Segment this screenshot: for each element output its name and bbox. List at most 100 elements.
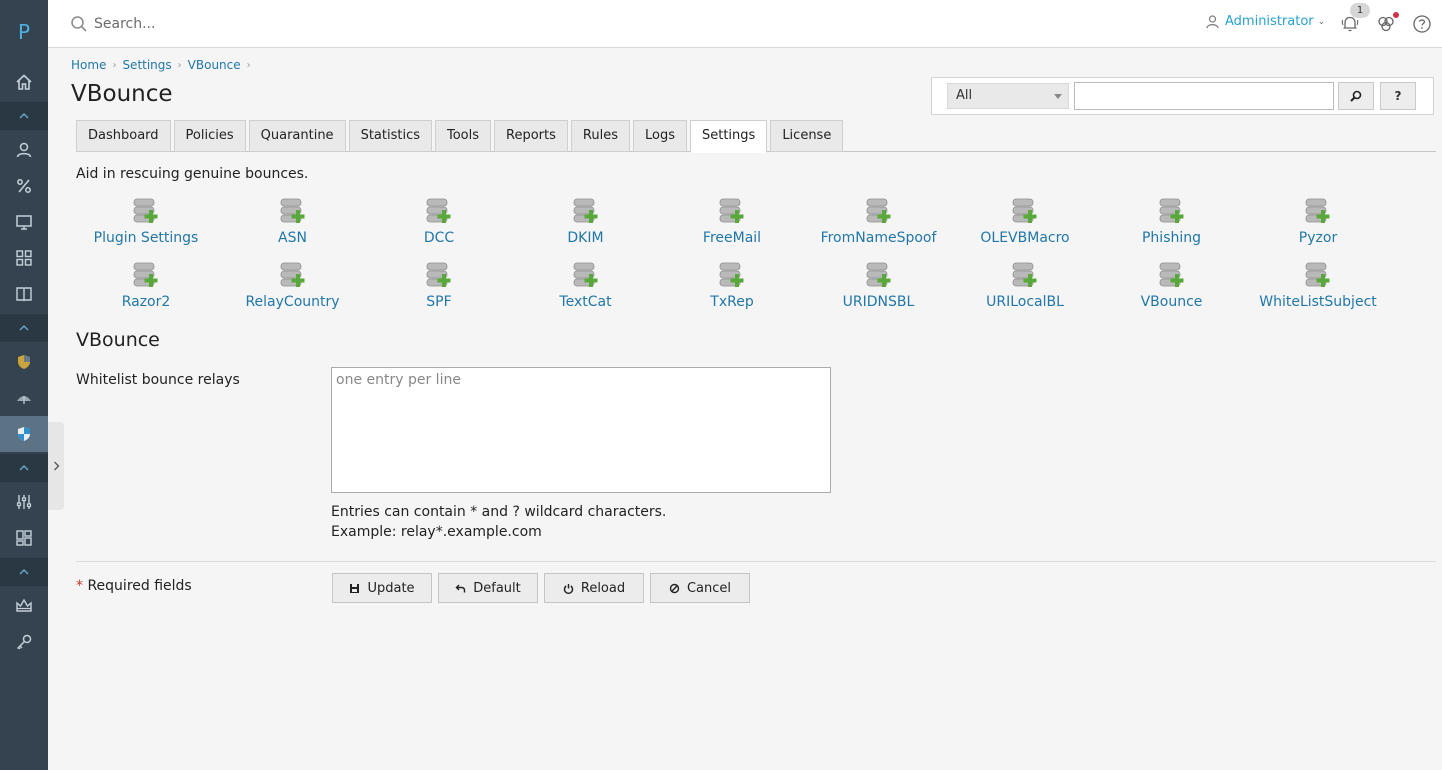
- quick-search-panel: All ?: [931, 77, 1434, 115]
- plugin-add-icon: [719, 198, 744, 223]
- user-icon[interactable]: [0, 132, 48, 168]
- hint-line-1: Entries can contain * and ? wildcard cha…: [331, 504, 667, 520]
- key-icon[interactable]: [0, 624, 48, 660]
- monitor-icon[interactable]: [0, 204, 48, 240]
- plugin-add-icon: [280, 198, 304, 223]
- tab-dashboard[interactable]: Dashboard: [76, 120, 171, 152]
- plugin-add-icon: [866, 198, 890, 223]
- search-help-button[interactable]: ?: [1380, 82, 1416, 110]
- default-button[interactable]: Default: [438, 573, 538, 603]
- plugin-link-phishing[interactable]: Phishing: [1102, 197, 1242, 246]
- default-button-label: Default: [473, 580, 521, 596]
- plugin-link-whitelistsubject[interactable]: WhiteListSubject: [1248, 261, 1388, 310]
- field-hint: Entries can contain * and ? wildcard cha…: [331, 502, 666, 542]
- page-title: VBounce: [71, 81, 173, 107]
- collapse-group-1-icon[interactable]: [0, 102, 48, 130]
- power-icon: [563, 583, 574, 594]
- plugin-add-icon: [426, 262, 451, 287]
- plugin-label: Phishing: [1141, 230, 1202, 246]
- plugin-link-uridnsbl[interactable]: URIDNSBL: [809, 261, 949, 310]
- plugin-link-pyzor[interactable]: Pyzor: [1248, 197, 1388, 246]
- quick-search-input[interactable]: [1074, 82, 1334, 110]
- plugin-link-txrep[interactable]: TxRep: [662, 261, 802, 310]
- plugin-link-dkim[interactable]: DKIM: [516, 197, 656, 246]
- plugin-link-dcc[interactable]: DCC: [369, 197, 509, 246]
- section-title: VBounce: [76, 329, 160, 351]
- chevron-right-icon: ›: [246, 59, 251, 71]
- collapse-group-3-icon[interactable]: [0, 454, 48, 482]
- form-actions: Update Default Reload Cancel: [332, 573, 756, 603]
- tab-quarantine[interactable]: Quarantine: [248, 120, 346, 152]
- update-button[interactable]: Update: [332, 573, 432, 603]
- breadcrumb-home[interactable]: Home: [71, 58, 106, 72]
- search-icon: [71, 16, 87, 32]
- app-logo[interactable]: P: [0, 0, 48, 64]
- user-name: Administrator: [1225, 14, 1314, 29]
- breadcrumb-settings[interactable]: Settings: [122, 58, 171, 72]
- search-button[interactable]: [1338, 82, 1374, 110]
- plugin-label: FreeMail: [702, 230, 762, 246]
- global-search-input[interactable]: [94, 12, 494, 36]
- home-icon[interactable]: [0, 64, 48, 100]
- plugin-add-icon: [573, 262, 597, 287]
- whitelist-bounce-relays-textarea[interactable]: [331, 367, 831, 493]
- tab-logs[interactable]: Logs: [632, 120, 687, 152]
- tab-rules[interactable]: Rules: [570, 120, 630, 152]
- save-icon: [350, 583, 360, 593]
- plugin-link-olevbmacro[interactable]: OLEVBMacro: [955, 197, 1095, 246]
- cancel-button-label: Cancel: [686, 580, 732, 596]
- plugin-label: SPF: [426, 294, 452, 310]
- plugin-add-icon: [866, 262, 890, 287]
- plugin-label: DKIM: [567, 230, 604, 246]
- plugin-add-icon: [1159, 198, 1183, 223]
- plugin-link-freemail[interactable]: FreeMail: [662, 197, 802, 246]
- user-menu[interactable]: Administrator ⌄: [1206, 14, 1325, 29]
- tab-settings[interactable]: Settings: [689, 120, 768, 153]
- shield-icon[interactable]: [0, 344, 48, 380]
- apps-icon[interactable]: [0, 240, 48, 276]
- required-fields-text: Required fields: [87, 578, 192, 594]
- plugin-label: ASN: [278, 230, 307, 246]
- tab-license[interactable]: License: [770, 120, 844, 152]
- plugin-link-relaycountry[interactable]: RelayCountry: [223, 261, 363, 310]
- plugin-link-textcat[interactable]: TextCat: [516, 261, 656, 310]
- plugin-label: Razor2: [121, 294, 171, 310]
- plugin-link-urilocalbl[interactable]: URILocalBL: [955, 261, 1095, 310]
- plugin-label: OLEVBMacro: [980, 230, 1070, 246]
- plugin-add-icon: [1012, 262, 1037, 287]
- plugin-link-plugin-settings[interactable]: Plugin Settings: [76, 197, 216, 246]
- search-scope-select[interactable]: All: [947, 83, 1069, 109]
- collapse-group-2-icon[interactable]: [0, 314, 48, 342]
- tab-reports[interactable]: Reports: [494, 120, 568, 152]
- book-icon[interactable]: [0, 276, 48, 312]
- tab-tools[interactable]: Tools: [435, 120, 492, 152]
- collapse-group-4-icon[interactable]: [0, 558, 48, 586]
- tab-statistics[interactable]: Statistics: [348, 120, 432, 152]
- plugin-add-icon: [1305, 262, 1330, 287]
- plugin-link-vbounce[interactable]: VBounce: [1102, 261, 1242, 310]
- plugin-label: VBounce: [1140, 294, 1203, 310]
- sidebar: P: [0, 0, 48, 770]
- reload-button[interactable]: Reload: [544, 573, 644, 603]
- shield-active-icon[interactable]: [0, 416, 48, 452]
- plugin-link-spf[interactable]: SPF: [369, 261, 509, 310]
- tab-policies[interactable]: Policies: [173, 120, 246, 152]
- crown-icon[interactable]: [0, 588, 48, 624]
- chevron-right-icon: ›: [112, 59, 117, 71]
- cancel-icon: [669, 583, 680, 593]
- plugin-label: URIDNSBL: [842, 294, 915, 310]
- plugin-label: Pyzor: [1298, 230, 1338, 246]
- plugin-link-asn[interactable]: ASN: [223, 197, 363, 246]
- plugin-add-icon: [719, 262, 744, 287]
- plugin-link-razor2[interactable]: Razor2: [76, 261, 216, 310]
- help-icon[interactable]: [1412, 14, 1432, 34]
- breadcrumb-vbounce[interactable]: VBounce: [188, 58, 241, 72]
- layout-icon[interactable]: [0, 520, 48, 556]
- percent-icon[interactable]: [0, 168, 48, 204]
- umbrella-icon[interactable]: [0, 380, 48, 416]
- plugin-link-fromnamespoof[interactable]: FromNameSpoof: [809, 197, 949, 246]
- plugin-add-icon: [1012, 198, 1037, 223]
- user-icon: [1206, 14, 1219, 28]
- cancel-button[interactable]: Cancel: [650, 573, 750, 603]
- sliders-icon[interactable]: [0, 484, 48, 520]
